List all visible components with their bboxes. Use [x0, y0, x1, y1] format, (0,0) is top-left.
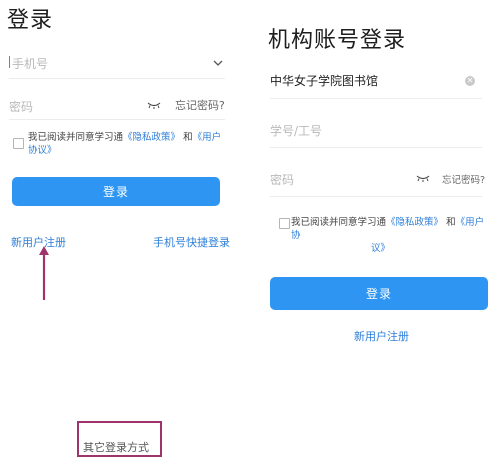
forgot-password-link[interactable]: 忘记密码? — [175, 97, 225, 113]
agreement-text: 我已阅读并同意学习通《隐私政策》 和《用户协 议》 — [291, 217, 485, 254]
privacy-policy-link[interactable]: 《隐私政策》 — [386, 217, 443, 228]
eye-closed-icon[interactable] — [147, 101, 161, 109]
divider — [270, 147, 482, 148]
login-button[interactable]: 登录 — [12, 177, 220, 206]
clear-icon[interactable]: ✕ — [465, 76, 475, 86]
forgot-password-link[interactable]: 忘记密码? — [442, 172, 485, 186]
phone-quick-login-link[interactable]: 手机号快捷登录 — [153, 234, 230, 250]
student-id-input[interactable]: 学号/工号 — [270, 122, 322, 139]
left-panel: 登录 手机号 密码 忘记密码? 我已阅读并同意学习通《隐私政策》 和《用户 协议… — [0, 0, 236, 467]
annotation-arrow — [39, 246, 49, 300]
user-agreement-link-cont[interactable]: 议》 — [291, 243, 390, 254]
password-input[interactable]: 密码 — [9, 98, 33, 115]
agree-checkbox[interactable] — [279, 218, 290, 229]
user-agreement-link[interactable]: 《用户 — [193, 132, 222, 143]
password-input[interactable]: 密码 — [270, 171, 294, 188]
privacy-policy-link[interactable]: 《隐私政策》 — [123, 132, 180, 143]
institution-input[interactable]: 中华女子学院图书馆 — [270, 72, 378, 89]
divider — [270, 98, 482, 99]
divider — [9, 119, 225, 120]
text-cursor — [9, 56, 10, 68]
agreement-text: 我已阅读并同意学习通《隐私政策》 和《用户 协议》 — [28, 132, 222, 156]
right-panel: 机构账号登录 中华女子学院图书馆 ✕ 学号/工号 密码 忘记密码? 我已阅读并同… — [258, 0, 494, 467]
page-title: 登录 — [7, 8, 54, 33]
chevron-down-icon[interactable] — [213, 60, 223, 66]
agree-checkbox[interactable] — [13, 138, 24, 149]
page-title: 机构账号登录 — [268, 28, 407, 53]
login-button[interactable]: 登录 — [270, 277, 488, 310]
phone-input[interactable]: 手机号 — [12, 55, 48, 72]
divider — [9, 78, 225, 79]
user-agreement-link-cont[interactable]: 协议》 — [28, 145, 57, 156]
other-login-link[interactable]: 其它登录方式 — [83, 439, 149, 455]
register-link[interactable]: 新用户注册 — [354, 328, 409, 344]
divider — [270, 196, 482, 197]
eye-closed-icon[interactable] — [416, 174, 430, 182]
